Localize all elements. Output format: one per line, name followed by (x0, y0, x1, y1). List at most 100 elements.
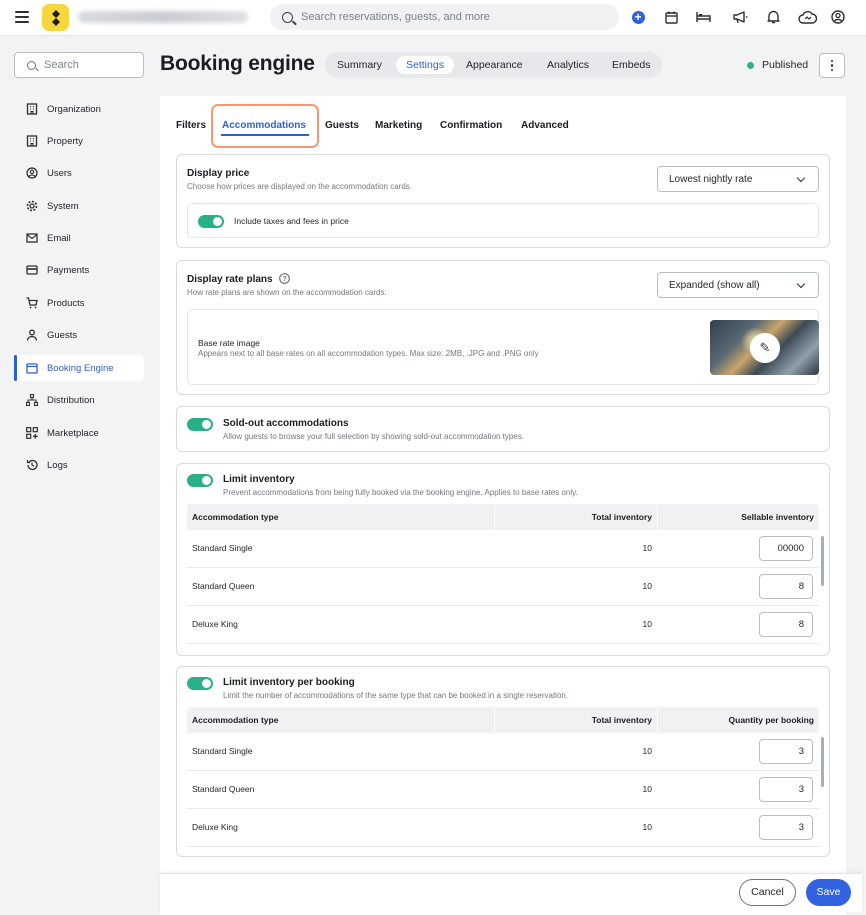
sidebar-item-email[interactable]: Email (14, 225, 144, 251)
menu-icon[interactable] (15, 11, 29, 23)
pencil-icon[interactable]: ✎ (750, 333, 780, 363)
sidebar: Search Organization Property Users Syste… (0, 36, 160, 915)
cancel-button[interactable]: Cancel (739, 879, 796, 906)
sidebar-item-payments[interactable]: Payments (14, 257, 144, 283)
browser-icon (26, 362, 38, 374)
sidebar-item-label: System (47, 200, 79, 212)
rate-plans-desc: How rate plans are shown on the accommod… (187, 288, 387, 297)
main-tabs: Summary Settings Appearance Analytics Em… (325, 52, 662, 78)
app-logo[interactable] (42, 4, 69, 31)
accommodation-type: Deluxe King (192, 822, 238, 832)
user-icon[interactable] (830, 9, 846, 25)
status-dot (747, 61, 754, 69)
subtab-accommodations[interactable]: Accommodations (222, 120, 306, 131)
hierarchy-icon (26, 394, 38, 406)
taxes-toggle[interactable] (198, 215, 224, 228)
limit-per-booking-toggle[interactable] (187, 677, 213, 690)
chevron-down-icon (796, 279, 806, 289)
sidebar-item-products[interactable]: Products (14, 290, 144, 316)
subtab-confirmation[interactable]: Confirmation (440, 120, 502, 131)
table-row: Standard Single 10 3 (187, 733, 819, 771)
table-header: Accommodation type Total inventory Quant… (187, 707, 819, 733)
base-rate-image-thumbnail[interactable]: ✎ (710, 320, 819, 375)
table-row: Standard Queen 10 8 (187, 568, 819, 606)
limit-inventory-toggle[interactable] (187, 474, 213, 487)
tab-summary[interactable]: Summary (327, 56, 392, 74)
sold-out-card: Sold-out accommodations Allow guests to … (176, 406, 830, 452)
sidebar-item-system[interactable]: System (14, 193, 144, 219)
history-icon (26, 459, 38, 471)
settings-panel: Filters Accommodations Guests Marketing … (160, 96, 846, 915)
display-price-select-value: Lowest nightly rate (669, 173, 753, 185)
sidebar-item-label: Email (47, 232, 71, 244)
subtab-filters[interactable]: Filters (176, 120, 206, 131)
limit-per-booking-card: Limit inventory per booking Limit the nu… (176, 666, 830, 857)
display-price-card: Display price Choose how prices are disp… (176, 154, 830, 248)
apps-icon (26, 427, 38, 439)
table-row: Standard Queen 10 3 (187, 771, 819, 809)
table-scrollbar[interactable] (821, 737, 824, 787)
tab-analytics[interactable]: Analytics (537, 56, 599, 74)
search-icon (27, 60, 36, 70)
sidebar-item-booking-engine[interactable]: Booking Engine (14, 355, 144, 381)
sellable-inventory-input[interactable]: 8 (759, 612, 813, 637)
limit-inventory-desc: Prevent accommodations from being fully … (223, 488, 578, 497)
sidebar-item-label: Products (47, 297, 85, 309)
cloud-icon[interactable] (797, 9, 817, 25)
sidebar-item-users[interactable]: Users (14, 160, 144, 186)
bell-icon[interactable] (765, 9, 781, 25)
sold-out-title: Sold-out accommodations (223, 418, 349, 429)
building-icon (26, 103, 38, 115)
property-switcher[interactable] (78, 11, 248, 23)
action-footer: Cancel Save (160, 873, 862, 912)
table-header: Accommodation type Total inventory Sella… (187, 504, 819, 530)
user-circle-icon (26, 167, 38, 179)
sidebar-item-label: Guests (47, 329, 78, 341)
sidebar-item-organization[interactable]: Organization (14, 96, 144, 122)
sellable-inventory-input[interactable]: 8 (759, 574, 813, 599)
calendar-icon[interactable] (663, 9, 679, 25)
sidebar-item-marketplace[interactable]: Marketplace (14, 420, 144, 446)
display-price-title: Display price (187, 168, 250, 179)
sidebar-item-label: Booking Engine (47, 362, 114, 374)
tab-embeds[interactable]: Embeds (602, 56, 661, 74)
save-button[interactable]: Save (806, 879, 851, 906)
table-row: Standard Single 10 00000 (187, 530, 819, 568)
accommodation-type: Deluxe King (192, 619, 238, 629)
table-row: Deluxe King 10 3 (187, 809, 819, 847)
search-icon (282, 11, 293, 23)
tab-settings[interactable]: Settings (396, 56, 454, 74)
add-icon[interactable]: + (630, 9, 646, 25)
sidebar-item-distribution[interactable]: Distribution (14, 387, 144, 413)
sold-out-toggle[interactable] (187, 418, 213, 431)
subtab-advanced[interactable]: Advanced (521, 120, 569, 131)
quantity-per-booking-input[interactable]: 3 (759, 815, 813, 840)
bed-icon[interactable] (695, 9, 711, 25)
rate-plans-select-value: Expanded (show all) (669, 279, 760, 291)
limit-inventory-title: Limit inventory (223, 474, 295, 485)
page-title: Booking engine (160, 52, 315, 75)
sidebar-item-logs[interactable]: Logs (14, 452, 144, 478)
display-price-select[interactable]: Lowest nightly rate (657, 166, 819, 192)
table-scrollbar[interactable] (821, 536, 824, 586)
quantity-per-booking-input[interactable]: 3 (759, 739, 813, 764)
sidebar-item-property[interactable]: Property (14, 128, 144, 154)
subtab-marketing[interactable]: Marketing (375, 120, 422, 131)
tab-appearance[interactable]: Appearance (456, 56, 533, 74)
quantity-per-booking-input[interactable]: 3 (759, 777, 813, 802)
sidebar-item-label: Distribution (47, 394, 95, 406)
sidebar-item-guests[interactable]: Guests (14, 322, 144, 348)
total-inventory: 10 (642, 581, 652, 591)
sidebar-search-input[interactable]: Search (14, 52, 144, 78)
column-header: Accommodation type (192, 512, 279, 522)
rate-plans-title: Display rate plans (187, 274, 273, 285)
sellable-inventory-input[interactable]: 00000 (759, 536, 813, 561)
more-options-button[interactable] (819, 53, 845, 78)
global-search-input[interactable]: Search reservations, guests, and more (270, 4, 619, 30)
column-header: Sellable inventory (741, 512, 814, 522)
subtab-guests[interactable]: Guests (325, 120, 359, 131)
svg-text:?: ? (282, 274, 287, 283)
megaphone-icon[interactable] (732, 9, 748, 25)
rate-plans-select[interactable]: Expanded (show all) (657, 272, 819, 298)
help-icon[interactable]: ? (279, 273, 290, 284)
